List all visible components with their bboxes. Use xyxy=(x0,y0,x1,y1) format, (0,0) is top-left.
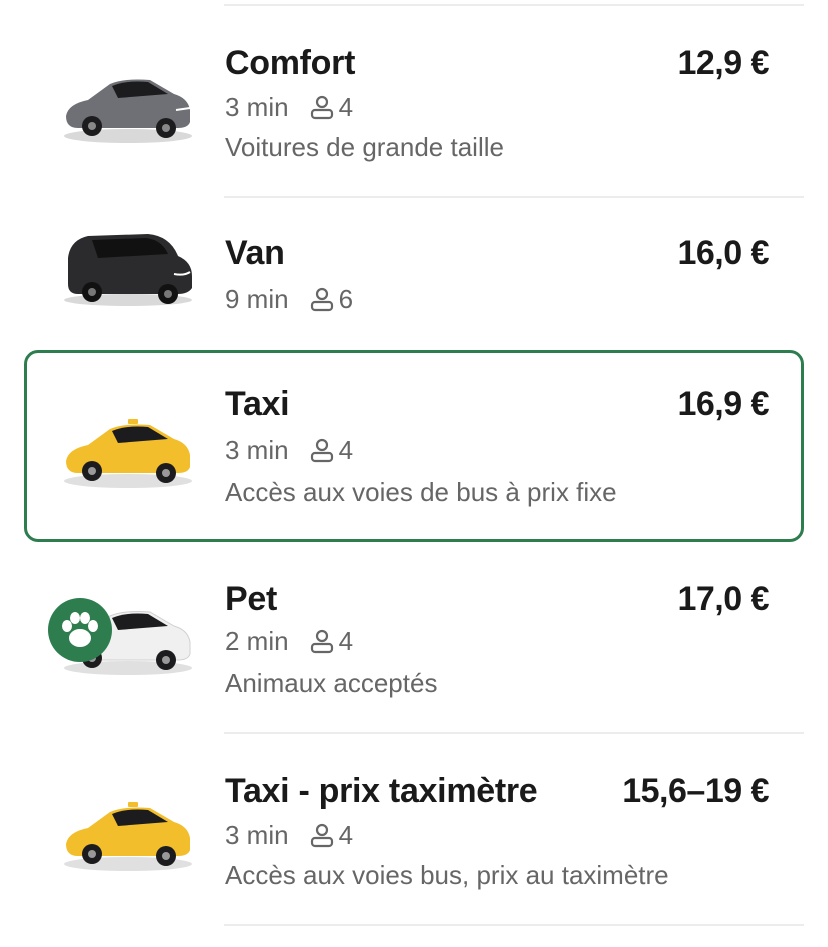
ride-meta: 3 min 4 xyxy=(225,94,353,120)
ride-name: Pet xyxy=(225,580,278,618)
seat-count: 4 xyxy=(338,92,354,122)
paw-icon xyxy=(62,612,98,647)
person-icon xyxy=(310,287,333,312)
ride-price: 15,6–19 € xyxy=(622,772,769,810)
ride-price: 17,0 € xyxy=(677,580,769,618)
ride-name: Taxi xyxy=(225,385,290,423)
person-icon xyxy=(310,438,333,463)
ride-option-taxi[interactable]: Taxi 16,9 € 3 min 4 Accès aux voies de b… xyxy=(24,350,804,542)
ride-meta: 3 min 4 xyxy=(225,822,353,848)
ride-price: 12,9 € xyxy=(677,44,769,82)
ride-description: Accès aux voies bus, prix au taximètre xyxy=(225,860,669,890)
car-taxi-icon xyxy=(64,419,192,488)
divider xyxy=(224,924,804,926)
car-comfort-icon xyxy=(64,79,192,143)
eta: 3 min xyxy=(225,820,289,850)
person-icon xyxy=(310,629,333,654)
ride-option-van[interactable]: Van 16,0 € 9 min 6 xyxy=(24,198,804,348)
ride-name: Van xyxy=(225,234,285,272)
ride-meta: 3 min 4 xyxy=(225,437,353,463)
seat-count: 6 xyxy=(338,284,354,314)
ride-options-list: Comfort 12,9 € 3 min 4 Voitures de grand… xyxy=(0,0,828,947)
ride-option-taxi-meter[interactable]: Taxi - prix taximètre 15,6–19 € 3 min 4 … xyxy=(24,734,804,924)
eta: 2 min xyxy=(225,626,289,656)
eta: 3 min xyxy=(225,92,289,122)
ride-option-comfort[interactable]: Comfort 12,9 € 3 min 4 Voitures de grand… xyxy=(24,6,804,196)
ride-name: Comfort xyxy=(225,44,356,82)
ride-description: Accès aux voies de bus à prix fixe xyxy=(225,477,617,507)
ride-description: Animaux acceptés xyxy=(225,668,438,698)
ride-option-pet[interactable]: Pet 17,0 € 2 min 4 Animaux acceptés xyxy=(24,542,804,732)
ride-price: 16,9 € xyxy=(677,385,769,423)
pet-badge xyxy=(48,598,112,662)
ride-meta: 9 min 6 xyxy=(225,286,353,312)
seat-count: 4 xyxy=(338,626,354,656)
ride-price: 16,0 € xyxy=(677,234,769,272)
eta: 3 min xyxy=(225,435,289,465)
car-taxi-icon xyxy=(64,802,192,871)
person-icon xyxy=(310,95,333,120)
ride-description: Voitures de grande taille xyxy=(225,132,504,162)
car-van-icon xyxy=(64,234,192,306)
ride-meta: 2 min 4 xyxy=(225,628,353,654)
seat-count: 4 xyxy=(338,435,354,465)
eta: 9 min xyxy=(225,284,289,314)
ride-name: Taxi - prix taximètre xyxy=(225,772,538,810)
person-icon xyxy=(310,823,333,848)
seat-count: 4 xyxy=(338,820,354,850)
